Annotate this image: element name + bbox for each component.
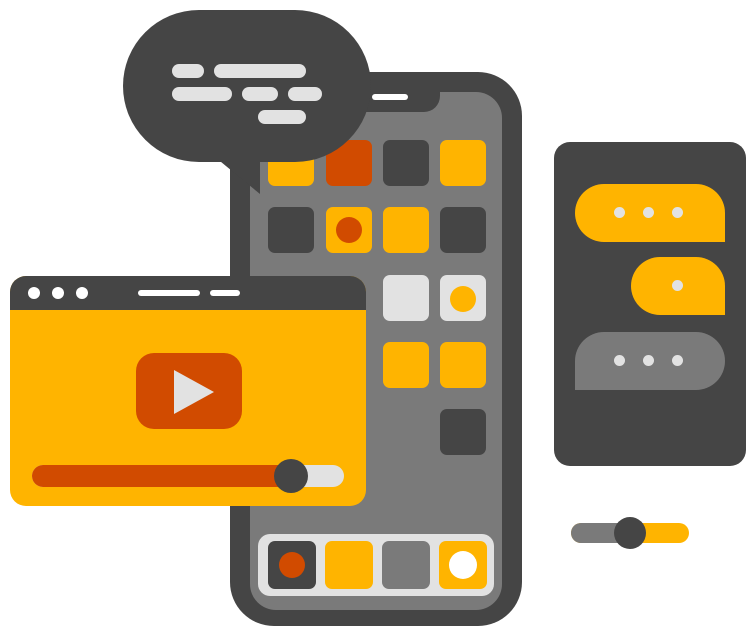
text-placeholder-line — [288, 87, 322, 101]
text-placeholder-line — [172, 64, 204, 78]
speech-bubble — [123, 10, 371, 162]
window-control-dot[interactable] — [76, 287, 88, 299]
typing-dot-icon — [643, 355, 654, 366]
app-tile[interactable] — [383, 207, 429, 253]
dock-app[interactable] — [382, 541, 430, 589]
typing-dot-icon — [672, 207, 683, 218]
video-progress-fill — [32, 465, 301, 487]
window-control-dot[interactable] — [52, 287, 64, 299]
title-placeholder-line — [138, 290, 200, 296]
typing-dot-icon — [614, 207, 625, 218]
dock-app-dot-icon — [279, 552, 305, 578]
title-placeholder-line — [210, 290, 240, 296]
text-placeholder-line — [214, 64, 306, 78]
text-placeholder-line — [242, 87, 278, 101]
app-tile[interactable] — [440, 342, 486, 388]
window-control-dot[interactable] — [28, 287, 40, 299]
app-tile[interactable] — [383, 342, 429, 388]
app-tile[interactable] — [440, 409, 486, 455]
text-placeholder-line — [172, 87, 232, 101]
video-progress-knob[interactable] — [273, 459, 308, 493]
app-badge-icon — [336, 217, 362, 243]
typing-dot-icon — [643, 207, 654, 218]
app-tile[interactable] — [268, 207, 314, 253]
dock-app[interactable] — [325, 541, 373, 589]
typing-dot-icon — [672, 280, 683, 291]
app-badge-icon — [450, 286, 476, 312]
app-tile[interactable] — [383, 275, 429, 321]
app-tile[interactable] — [440, 140, 486, 186]
typing-dot-icon — [672, 355, 683, 366]
text-placeholder-line — [258, 110, 306, 124]
typing-dot-icon — [614, 355, 625, 366]
toggle-slider-knob[interactable] — [614, 517, 646, 549]
play-icon — [174, 370, 214, 414]
phone-speaker — [372, 94, 408, 100]
app-tile[interactable] — [383, 140, 429, 186]
dock-app-dot-icon — [449, 551, 477, 579]
app-tile[interactable] — [440, 207, 486, 253]
